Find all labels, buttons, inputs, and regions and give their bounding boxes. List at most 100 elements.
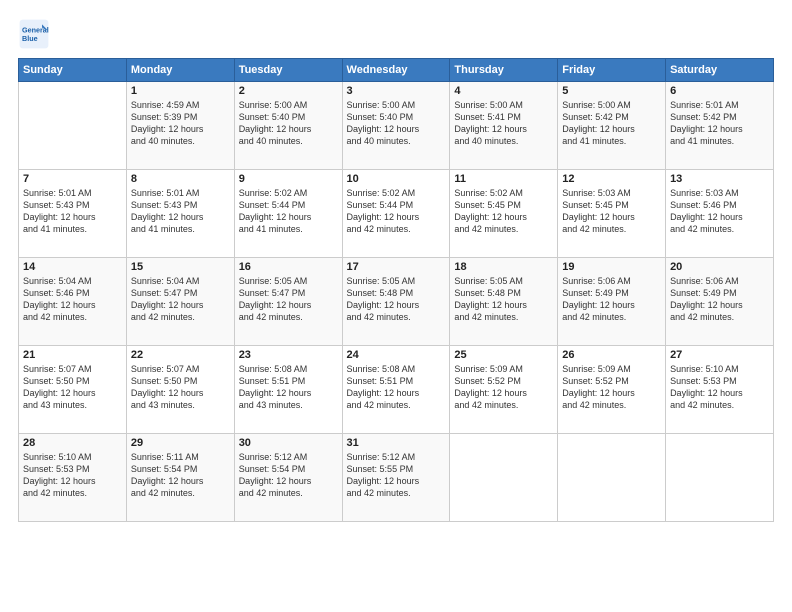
cell-content: Sunrise: 5:00 AM Sunset: 5:40 PM Dayligh… <box>347 99 446 148</box>
col-wednesday: Wednesday <box>342 59 450 82</box>
day-number: 27 <box>670 349 769 361</box>
day-number: 16 <box>239 261 338 273</box>
calendar-body: 1 Sunrise: 4:59 AM Sunset: 5:39 PM Daylig… <box>19 82 774 522</box>
day-number: 31 <box>347 437 446 449</box>
cell-2-4: 10 Sunrise: 5:02 AM Sunset: 5:44 PM Dayli… <box>342 170 450 258</box>
day-number: 22 <box>131 349 230 361</box>
day-number: 24 <box>347 349 446 361</box>
day-number: 30 <box>239 437 338 449</box>
cell-5-1: 28 Sunrise: 5:10 AM Sunset: 5:53 PM Dayli… <box>19 434 127 522</box>
cell-content: Sunrise: 5:08 AM Sunset: 5:51 PM Dayligh… <box>347 363 446 412</box>
day-number: 11 <box>454 173 553 185</box>
cell-content: Sunrise: 5:05 AM Sunset: 5:48 PM Dayligh… <box>347 275 446 324</box>
day-number: 12 <box>562 173 661 185</box>
day-number: 29 <box>131 437 230 449</box>
day-number: 13 <box>670 173 769 185</box>
day-number: 3 <box>347 85 446 97</box>
day-number: 17 <box>347 261 446 273</box>
cell-content: Sunrise: 5:06 AM Sunset: 5:49 PM Dayligh… <box>562 275 661 324</box>
cell-content: Sunrise: 5:00 AM Sunset: 5:41 PM Dayligh… <box>454 99 553 148</box>
cell-content: Sunrise: 5:10 AM Sunset: 5:53 PM Dayligh… <box>23 451 122 500</box>
header: General Blue <box>18 18 774 50</box>
cell-3-2: 15 Sunrise: 5:04 AM Sunset: 5:47 PM Dayli… <box>126 258 234 346</box>
cell-2-1: 7 Sunrise: 5:01 AM Sunset: 5:43 PM Daylig… <box>19 170 127 258</box>
day-number: 26 <box>562 349 661 361</box>
cell-2-3: 9 Sunrise: 5:02 AM Sunset: 5:44 PM Daylig… <box>234 170 342 258</box>
svg-text:Blue: Blue <box>22 34 38 43</box>
cell-2-5: 11Sunrise: 5:02 AM Sunset: 5:45 PM Dayli… <box>450 170 558 258</box>
cell-4-6: 26 Sunrise: 5:09 AM Sunset: 5:52 PM Dayli… <box>558 346 666 434</box>
day-number: 14 <box>23 261 122 273</box>
cell-content: Sunrise: 5:00 AM Sunset: 5:40 PM Dayligh… <box>239 99 338 148</box>
cell-4-2: 22 Sunrise: 5:07 AM Sunset: 5:50 PM Dayli… <box>126 346 234 434</box>
col-tuesday: Tuesday <box>234 59 342 82</box>
week-row-5: 28 Sunrise: 5:10 AM Sunset: 5:53 PM Dayli… <box>19 434 774 522</box>
cell-4-3: 23 Sunrise: 5:08 AM Sunset: 5:51 PM Dayli… <box>234 346 342 434</box>
cell-1-6: 5Sunrise: 5:00 AM Sunset: 5:42 PM Daylig… <box>558 82 666 170</box>
cell-4-7: 27Sunrise: 5:10 AM Sunset: 5:53 PM Dayli… <box>666 346 774 434</box>
day-number: 23 <box>239 349 338 361</box>
col-friday: Friday <box>558 59 666 82</box>
cell-content: Sunrise: 5:03 AM Sunset: 5:45 PM Dayligh… <box>562 187 661 236</box>
cell-3-7: 20Sunrise: 5:06 AM Sunset: 5:49 PM Dayli… <box>666 258 774 346</box>
cell-2-7: 13 Sunrise: 5:03 AM Sunset: 5:46 PM Dayli… <box>666 170 774 258</box>
cell-3-1: 14 Sunrise: 5:04 AM Sunset: 5:46 PM Dayli… <box>19 258 127 346</box>
cell-content: Sunrise: 5:04 AM Sunset: 5:46 PM Dayligh… <box>23 275 122 324</box>
cell-5-4: 31 Sunrise: 5:12 AM Sunset: 5:55 PM Dayli… <box>342 434 450 522</box>
day-number: 25 <box>454 349 553 361</box>
cell-3-5: 18Sunrise: 5:05 AM Sunset: 5:48 PM Dayli… <box>450 258 558 346</box>
logo: General Blue <box>18 18 54 50</box>
cell-5-2: 29 Sunrise: 5:11 AM Sunset: 5:54 PM Dayli… <box>126 434 234 522</box>
cell-content: Sunrise: 5:11 AM Sunset: 5:54 PM Dayligh… <box>131 451 230 500</box>
cell-1-4: 3 Sunrise: 5:00 AM Sunset: 5:40 PM Daylig… <box>342 82 450 170</box>
cell-1-7: 6Sunrise: 5:01 AM Sunset: 5:42 PM Daylig… <box>666 82 774 170</box>
cell-4-1: 21 Sunrise: 5:07 AM Sunset: 5:50 PM Dayli… <box>19 346 127 434</box>
day-number: 7 <box>23 173 122 185</box>
cell-content: Sunrise: 5:00 AM Sunset: 5:42 PM Dayligh… <box>562 99 661 148</box>
day-number: 21 <box>23 349 122 361</box>
cell-content: Sunrise: 4:59 AM Sunset: 5:39 PM Dayligh… <box>131 99 230 148</box>
day-number: 1 <box>131 85 230 97</box>
cell-content: Sunrise: 5:02 AM Sunset: 5:44 PM Dayligh… <box>239 187 338 236</box>
cell-content: Sunrise: 5:01 AM Sunset: 5:43 PM Dayligh… <box>23 187 122 236</box>
cell-4-4: 24 Sunrise: 5:08 AM Sunset: 5:51 PM Dayli… <box>342 346 450 434</box>
cell-2-2: 8 Sunrise: 5:01 AM Sunset: 5:43 PM Daylig… <box>126 170 234 258</box>
day-number: 8 <box>131 173 230 185</box>
cell-2-6: 12 Sunrise: 5:03 AM Sunset: 5:45 PM Dayli… <box>558 170 666 258</box>
cell-5-7 <box>666 434 774 522</box>
cell-5-3: 30Sunrise: 5:12 AM Sunset: 5:54 PM Dayli… <box>234 434 342 522</box>
cell-content: Sunrise: 5:06 AM Sunset: 5:49 PM Dayligh… <box>670 275 769 324</box>
cell-content: Sunrise: 5:04 AM Sunset: 5:47 PM Dayligh… <box>131 275 230 324</box>
cell-content: Sunrise: 5:03 AM Sunset: 5:46 PM Dayligh… <box>670 187 769 236</box>
cell-content: Sunrise: 5:09 AM Sunset: 5:52 PM Dayligh… <box>454 363 553 412</box>
cell-content: Sunrise: 5:07 AM Sunset: 5:50 PM Dayligh… <box>23 363 122 412</box>
cell-1-2: 1 Sunrise: 4:59 AM Sunset: 5:39 PM Daylig… <box>126 82 234 170</box>
day-number: 28 <box>23 437 122 449</box>
cell-3-3: 16 Sunrise: 5:05 AM Sunset: 5:47 PM Dayli… <box>234 258 342 346</box>
cell-content: Sunrise: 5:08 AM Sunset: 5:51 PM Dayligh… <box>239 363 338 412</box>
cell-content: Sunrise: 5:05 AM Sunset: 5:47 PM Dayligh… <box>239 275 338 324</box>
cell-1-5: 4 Sunrise: 5:00 AM Sunset: 5:41 PM Daylig… <box>450 82 558 170</box>
day-number: 4 <box>454 85 553 97</box>
week-row-1: 1 Sunrise: 4:59 AM Sunset: 5:39 PM Daylig… <box>19 82 774 170</box>
cell-content: Sunrise: 5:07 AM Sunset: 5:50 PM Dayligh… <box>131 363 230 412</box>
cell-content: Sunrise: 5:02 AM Sunset: 5:44 PM Dayligh… <box>347 187 446 236</box>
cell-1-3: 2 Sunrise: 5:00 AM Sunset: 5:40 PM Daylig… <box>234 82 342 170</box>
week-row-4: 21 Sunrise: 5:07 AM Sunset: 5:50 PM Dayli… <box>19 346 774 434</box>
page: General Blue Sunday Monday Tuesday Wedne… <box>0 0 792 612</box>
col-sunday: Sunday <box>19 59 127 82</box>
cell-content: Sunrise: 5:12 AM Sunset: 5:55 PM Dayligh… <box>347 451 446 500</box>
col-saturday: Saturday <box>666 59 774 82</box>
cell-content: Sunrise: 5:09 AM Sunset: 5:52 PM Dayligh… <box>562 363 661 412</box>
cell-4-5: 25 Sunrise: 5:09 AM Sunset: 5:52 PM Dayli… <box>450 346 558 434</box>
day-number: 18 <box>454 261 553 273</box>
day-number: 2 <box>239 85 338 97</box>
day-number: 10 <box>347 173 446 185</box>
day-number: 9 <box>239 173 338 185</box>
cell-3-6: 19Sunrise: 5:06 AM Sunset: 5:49 PM Dayli… <box>558 258 666 346</box>
day-number: 6 <box>670 85 769 97</box>
cell-1-1 <box>19 82 127 170</box>
day-number: 15 <box>131 261 230 273</box>
cell-content: Sunrise: 5:01 AM Sunset: 5:43 PM Dayligh… <box>131 187 230 236</box>
svg-text:General: General <box>22 25 49 34</box>
